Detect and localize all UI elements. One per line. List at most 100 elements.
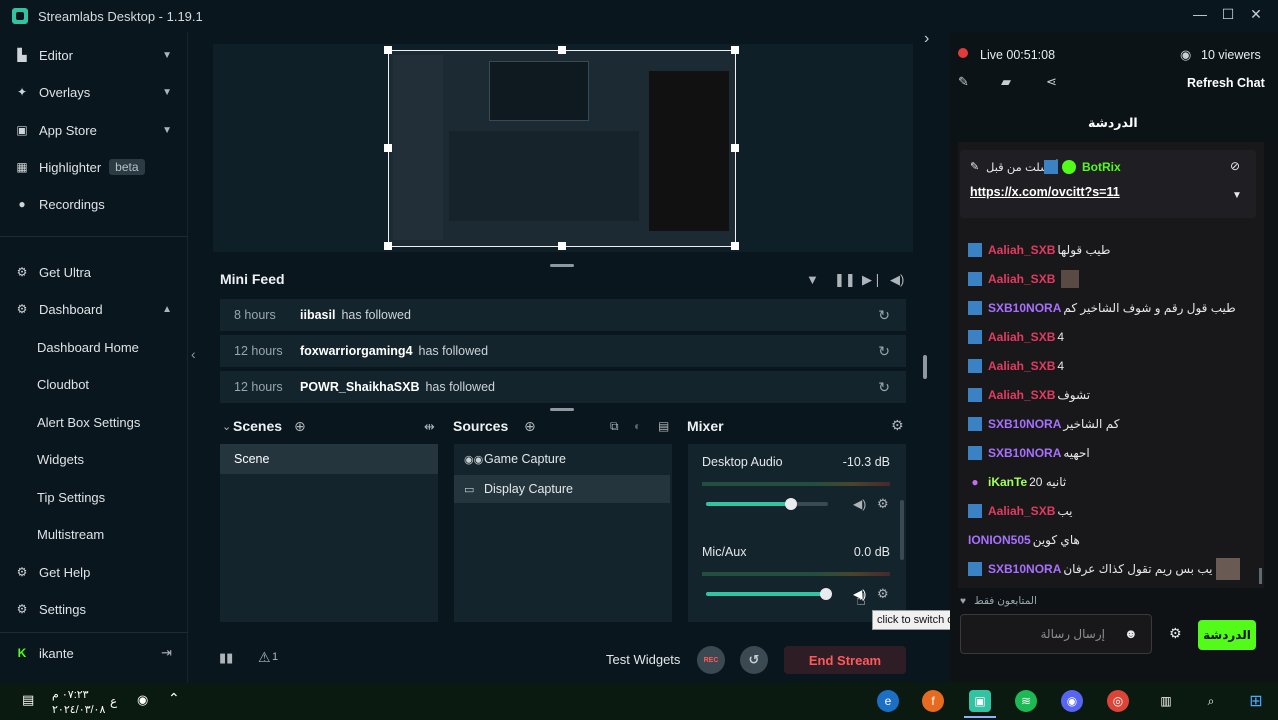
test-widgets-button[interactable]: Test Widgets	[606, 652, 680, 667]
resize-handle[interactable]	[558, 46, 566, 54]
sidebar-item-get-help[interactable]: ⚙ Get Help	[0, 557, 188, 587]
sidebar-item-user[interactable]: K ikante ⇥	[0, 638, 188, 668]
replay-icon[interactable]: ↻	[878, 379, 890, 396]
sidebar-item-recordings[interactable]: ● Recordings	[0, 189, 188, 219]
streamlabs-taskbar-icon[interactable]: ▣	[969, 690, 991, 712]
resize-handle[interactable]	[731, 144, 739, 152]
chat-user[interactable]: Aaliah_SXB	[988, 272, 1055, 286]
share-icon[interactable]: ⋖	[1046, 74, 1057, 90]
source-item[interactable]: ◉◉ Game Capture	[454, 445, 670, 473]
chat-user[interactable]: Aaliah_SXB	[988, 243, 1055, 257]
chat-user[interactable]: Aaliah_SXB	[988, 504, 1055, 518]
chat-user[interactable]: IONION505	[968, 533, 1031, 547]
replay-icon[interactable]: ↻	[878, 343, 890, 360]
pencil-icon[interactable]: ✎	[958, 74, 969, 90]
sidebar-item-overlays[interactable]: ✦ Overlays ▼	[0, 77, 188, 107]
scene-item[interactable]: Scene	[220, 444, 438, 474]
discord-tray-icon[interactable]: ◉	[137, 692, 148, 708]
collapse-right-icon[interactable]: ›	[924, 30, 929, 48]
speaker-icon[interactable]: ◀)	[853, 497, 866, 511]
minimize-button[interactable]: —	[1190, 6, 1210, 22]
panel-splitter-handle[interactable]	[550, 264, 574, 267]
chat-user[interactable]: Aaliah_SXB	[988, 330, 1055, 344]
replay-buffer-button[interactable]: ↺	[740, 646, 768, 674]
display-capture-preview[interactable]	[388, 50, 736, 247]
search-icon[interactable]: ⌕	[1200, 690, 1222, 712]
chat-scrollbar[interactable]	[1259, 568, 1262, 584]
chrome-icon[interactable]: ◎	[1107, 690, 1129, 712]
source-folder-icon[interactable]: ⧉	[610, 419, 619, 434]
pinned-message[interactable]: ✎ أرسلت من قبل BotRix ⊘ https://x.com/ov…	[960, 150, 1256, 218]
unpin-icon[interactable]: ⊘	[1230, 159, 1240, 173]
firefox-icon[interactable]: f	[922, 690, 944, 712]
chat-user[interactable]: SXB10NORA	[988, 446, 1061, 460]
add-folder-icon[interactable]: ▤	[658, 419, 669, 433]
source-item[interactable]: ▭ Display Capture	[454, 475, 670, 503]
pinned-link[interactable]: https://x.com/ovcitt?s=11	[970, 185, 1120, 199]
gear-icon[interactable]: ⚙	[1169, 625, 1182, 642]
sidebar-item-highlighter[interactable]: ▦ Highlighter beta	[0, 152, 188, 182]
chat-user[interactable]: SXB10NORA	[988, 417, 1061, 431]
end-stream-button[interactable]: End Stream	[784, 646, 906, 674]
chat-user[interactable]: Aaliah_SXB	[988, 388, 1055, 402]
scene-transitions-icon[interactable]: ⇹	[424, 419, 435, 435]
chat-user[interactable]: iKanTe	[988, 475, 1027, 489]
replay-icon[interactable]: ↻	[878, 307, 890, 324]
sidebar-item-dashboard[interactable]: ⚙ Dashboard ▲	[0, 294, 188, 324]
chevron-up-icon[interactable]: ⌃	[168, 690, 180, 707]
taskbar-language[interactable]: ع	[110, 694, 117, 708]
notifications-icon[interactable]: ▤	[22, 692, 34, 708]
resize-handle[interactable]	[384, 242, 392, 250]
volume-slider-knob[interactable]	[820, 588, 832, 600]
add-scene-icon[interactable]: ⊕	[294, 418, 306, 435]
chat-tab[interactable]: الدردشة	[1088, 115, 1138, 130]
sidebar-sub-alert-box-settings[interactable]: Alert Box Settings	[37, 415, 140, 430]
chat-user[interactable]: SXB10NORA	[988, 562, 1061, 576]
resize-handle[interactable]	[731, 46, 739, 54]
gear-icon[interactable]: ⚙	[877, 586, 889, 602]
skip-icon[interactable]: ▶❘	[862, 272, 883, 288]
sidebar-item-settings[interactable]: ⚙ Settings	[0, 594, 188, 624]
sidebar-sub-widgets[interactable]: Widgets	[37, 452, 84, 467]
mixer-scrollbar[interactable]	[900, 500, 904, 560]
spotify-icon[interactable]: ≋	[1015, 690, 1037, 712]
chat-user[interactable]: Aaliah_SXB	[988, 359, 1055, 373]
sidebar-sub-multistream[interactable]: Multistream	[37, 527, 104, 542]
add-source-icon[interactable]: ⊕	[524, 418, 536, 435]
panel-splitter-handle[interactable]	[550, 408, 574, 411]
chat-send-button[interactable]: الدردشة	[1198, 620, 1256, 650]
task-view-icon[interactable]: ▥	[1155, 690, 1177, 712]
resize-handle[interactable]	[731, 242, 739, 250]
windows-start-icon[interactable]: ⊞	[1245, 690, 1267, 712]
filter-icon[interactable]: ▼	[806, 272, 819, 287]
sidebar-sub-cloudbot[interactable]: Cloudbot	[37, 377, 89, 392]
resize-handle[interactable]	[384, 144, 392, 152]
maximize-button[interactable]: ☐	[1218, 6, 1238, 23]
feed-scrollbar[interactable]	[923, 355, 927, 379]
alert-icon[interactable]: ⚠	[258, 649, 271, 666]
chat-user[interactable]: SXB10NORA	[988, 301, 1061, 315]
sidebar-sub-tip-settings[interactable]: Tip Settings	[37, 490, 105, 505]
volume-icon[interactable]: ◀)	[890, 272, 904, 288]
popout-icon[interactable]: ▰	[1001, 74, 1011, 90]
pause-icon[interactable]: ❚❚	[834, 272, 856, 288]
sidebar-item-app-store[interactable]: ▣ App Store ▼	[0, 115, 188, 145]
close-button[interactable]: ✕	[1246, 6, 1266, 23]
gear-icon[interactable]: ⚙	[877, 496, 889, 512]
sidebar-sub-dashboard-home[interactable]: Dashboard Home	[37, 340, 139, 355]
logout-icon[interactable]: ⇥	[161, 645, 172, 661]
chevron-down-icon[interactable]: ⌄	[222, 420, 231, 433]
emoji-icon[interactable]: ☻	[1124, 626, 1138, 641]
sidebar-item-get-ultra[interactable]: ⚙ Get Ultra	[0, 257, 188, 287]
collapse-left-icon[interactable]: ‹	[191, 346, 196, 362]
resize-handle[interactable]	[558, 242, 566, 250]
edge-icon[interactable]: e	[877, 690, 899, 712]
gear-icon[interactable]: ⚙	[891, 417, 904, 434]
discord-icon[interactable]: ◉	[1061, 690, 1083, 712]
performance-icon[interactable]: ▮▮	[219, 650, 233, 666]
record-button[interactable]: REC	[697, 646, 725, 674]
refresh-chat-button[interactable]: Refresh Chat	[1187, 76, 1265, 90]
source-visibility-icon[interactable]: ◐	[634, 419, 641, 433]
sidebar-item-editor[interactable]: ▙ Editor ▼	[0, 40, 188, 70]
volume-slider-knob[interactable]	[785, 498, 797, 510]
